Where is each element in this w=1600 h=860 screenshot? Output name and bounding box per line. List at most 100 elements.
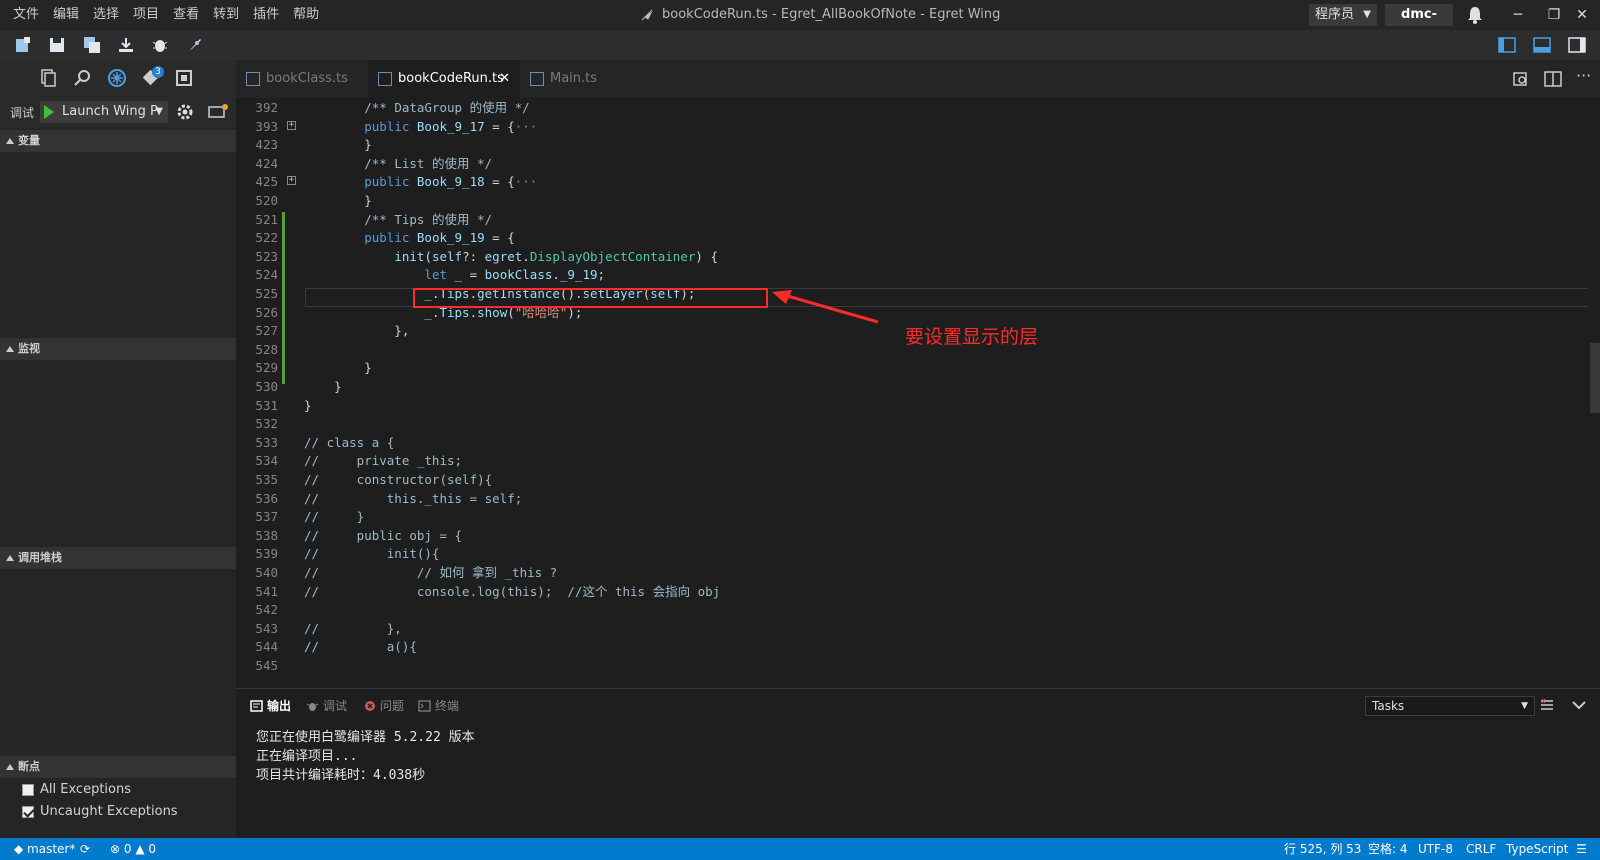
code-line[interactable]: 539 // init(){: [236, 544, 1600, 563]
open-preview-icon[interactable]: [1512, 71, 1530, 87]
menu-help[interactable]: 帮助: [286, 0, 326, 30]
save-icon[interactable]: [48, 36, 66, 54]
code-line[interactable]: 537 // }: [236, 507, 1600, 526]
indentation[interactable]: 空格: 4: [1368, 838, 1408, 860]
tab-main[interactable]: Main.ts: [520, 60, 636, 98]
console-icon[interactable]: [208, 104, 228, 120]
close-window-icon[interactable]: ✕: [1564, 0, 1600, 30]
code-line[interactable]: 534 // private _this;: [236, 451, 1600, 470]
code-line[interactable]: 393 + public Book_9_17 = {···: [236, 117, 1600, 136]
tab-bookcoderun[interactable]: bookCodeRun.ts ✕: [368, 60, 520, 98]
collapse-triangle-icon: [6, 764, 14, 770]
code-line[interactable]: 524 let _ = bookClass._9_19;: [236, 265, 1600, 284]
checkbox-uncaught-exceptions[interactable]: [22, 805, 34, 818]
breakpoint-uncaught-exceptions[interactable]: Uncaught Exceptions: [22, 804, 178, 819]
line-ending[interactable]: CRLF: [1466, 838, 1496, 860]
code-line[interactable]: 542: [236, 600, 1600, 619]
line-number: 521: [255, 211, 278, 227]
encoding[interactable]: UTF-8: [1418, 838, 1453, 860]
warning-icon: ▲: [135, 842, 145, 856]
tab-bookclass[interactable]: bookClass.ts: [236, 60, 368, 98]
code-line[interactable]: 541 // console.log(this); //这个 this 会指向 o…: [236, 582, 1600, 601]
code-line[interactable]: 423 }: [236, 135, 1600, 154]
code-line[interactable]: 538 // public obj = {: [236, 526, 1600, 545]
user-button[interactable]: dmc-nero: [1385, 4, 1453, 44]
code-editor[interactable]: 392 /** DataGroup 的使用 */393 + public Book…: [236, 98, 1600, 688]
launch-config-dropdown[interactable]: Launch Wing P ▼: [40, 101, 168, 123]
output-channel-dropdown[interactable]: Tasks ▼: [1365, 696, 1535, 716]
minimize-icon[interactable]: ─: [1500, 0, 1536, 30]
code-line[interactable]: 535 // constructor(self){: [236, 470, 1600, 489]
toggle-panel-icon[interactable]: [1533, 36, 1551, 54]
panel-tab-terminal[interactable]: 终端: [418, 697, 459, 714]
menu-plugins[interactable]: 插件: [246, 0, 286, 30]
code-line[interactable]: 530 }: [236, 377, 1600, 396]
cursor-position[interactable]: 行 525, 列 53: [1284, 838, 1361, 860]
code-line[interactable]: 543 // },: [236, 619, 1600, 638]
menu-file[interactable]: 文件: [6, 0, 46, 30]
code-line[interactable]: 521 /** Tips 的使用 */: [236, 210, 1600, 229]
breakpoint-all-exceptions[interactable]: All Exceptions: [22, 782, 131, 797]
publish-icon[interactable]: [117, 36, 135, 54]
highlight-box: [413, 288, 768, 308]
extensions-icon[interactable]: [174, 68, 194, 88]
breakpoints-section-header[interactable]: 断点: [0, 756, 236, 778]
scrollbar-thumb[interactable]: [1590, 343, 1600, 413]
panel-tab-problems[interactable]: 问题: [364, 697, 404, 714]
code-line[interactable]: 540 // // 如何 拿到 _this ?: [236, 563, 1600, 582]
variables-section-header[interactable]: 变量: [0, 130, 236, 152]
menu-goto[interactable]: 转到: [206, 0, 246, 30]
language-mode[interactable]: TypeScript: [1506, 838, 1568, 860]
editor-scrollbar[interactable]: [1588, 98, 1600, 688]
feedback-icon[interactable]: ☰: [1576, 838, 1587, 860]
problems-summary[interactable]: ⊗ 0 ▲ 0: [110, 838, 156, 860]
code-line[interactable]: 392 /** DataGroup 的使用 */: [236, 98, 1600, 117]
code-line[interactable]: 425 + public Book_9_18 = {···: [236, 172, 1600, 191]
toggle-right-panel-icon[interactable]: [1568, 36, 1586, 54]
window-title: bookCodeRun.ts - Egret_AllBookOfNote - E…: [662, 7, 1001, 22]
fold-expand-icon[interactable]: +: [287, 176, 296, 186]
panel-tab-debug[interactable]: 调试: [306, 697, 347, 714]
save-all-icon[interactable]: [83, 36, 101, 54]
close-tab-icon[interactable]: ✕: [499, 60, 510, 98]
code-line[interactable]: 536 // this._this = self;: [236, 489, 1600, 508]
code-line[interactable]: 544 // a(){: [236, 637, 1600, 656]
checkbox-all-exceptions[interactable]: [22, 783, 34, 796]
role-dropdown[interactable]: 程序员 ▼: [1309, 4, 1377, 26]
code-line[interactable]: 545: [236, 656, 1600, 675]
debug-bug-icon[interactable]: [151, 36, 169, 54]
git-branch[interactable]: ◆ master*: [14, 838, 75, 860]
code-line[interactable]: 520 }: [236, 191, 1600, 210]
fold-expand-icon[interactable]: +: [287, 120, 296, 130]
code-line[interactable]: 522 public Book_9_19 = {: [236, 228, 1600, 247]
callstack-section-header[interactable]: 调用堆栈: [0, 547, 236, 569]
sync-icon[interactable]: ⟳: [80, 838, 90, 860]
play-icon[interactable]: [44, 105, 54, 119]
menu-edit[interactable]: 编辑: [46, 0, 86, 30]
ts-file-icon: [530, 72, 544, 86]
toggle-sidebar-icon[interactable]: [1498, 36, 1516, 54]
code-line[interactable]: 531}: [236, 396, 1600, 415]
chevron-down-icon: ▼: [1363, 9, 1371, 20]
code-line[interactable]: 533 // class a {: [236, 433, 1600, 452]
explorer-icon[interactable]: [38, 68, 58, 88]
chevron-down-icon[interactable]: [1572, 700, 1586, 710]
clear-output-icon[interactable]: [1540, 698, 1554, 712]
more-actions-icon[interactable]: ···: [1576, 68, 1594, 87]
debug-view-icon[interactable]: [107, 68, 127, 88]
panel-tab-output[interactable]: 输出: [250, 697, 291, 714]
bell-icon[interactable]: [1466, 5, 1484, 25]
code-line[interactable]: 529 }: [236, 358, 1600, 377]
code-line[interactable]: 424 /** List 的使用 */: [236, 154, 1600, 173]
watch-section-header[interactable]: 监视: [0, 338, 236, 360]
menu-view[interactable]: 查看: [166, 0, 206, 30]
new-project-icon[interactable]: [14, 36, 32, 54]
code-line[interactable]: 523 init(self?: egret.DisplayObjectConta…: [236, 247, 1600, 266]
code-line[interactable]: 532: [236, 414, 1600, 433]
rocket-icon[interactable]: [186, 36, 204, 54]
menu-select[interactable]: 选择: [86, 0, 126, 30]
gear-icon[interactable]: [176, 103, 194, 121]
split-editor-icon[interactable]: [1544, 71, 1562, 87]
search-icon[interactable]: [73, 68, 93, 88]
menu-project[interactable]: 项目: [126, 0, 166, 30]
